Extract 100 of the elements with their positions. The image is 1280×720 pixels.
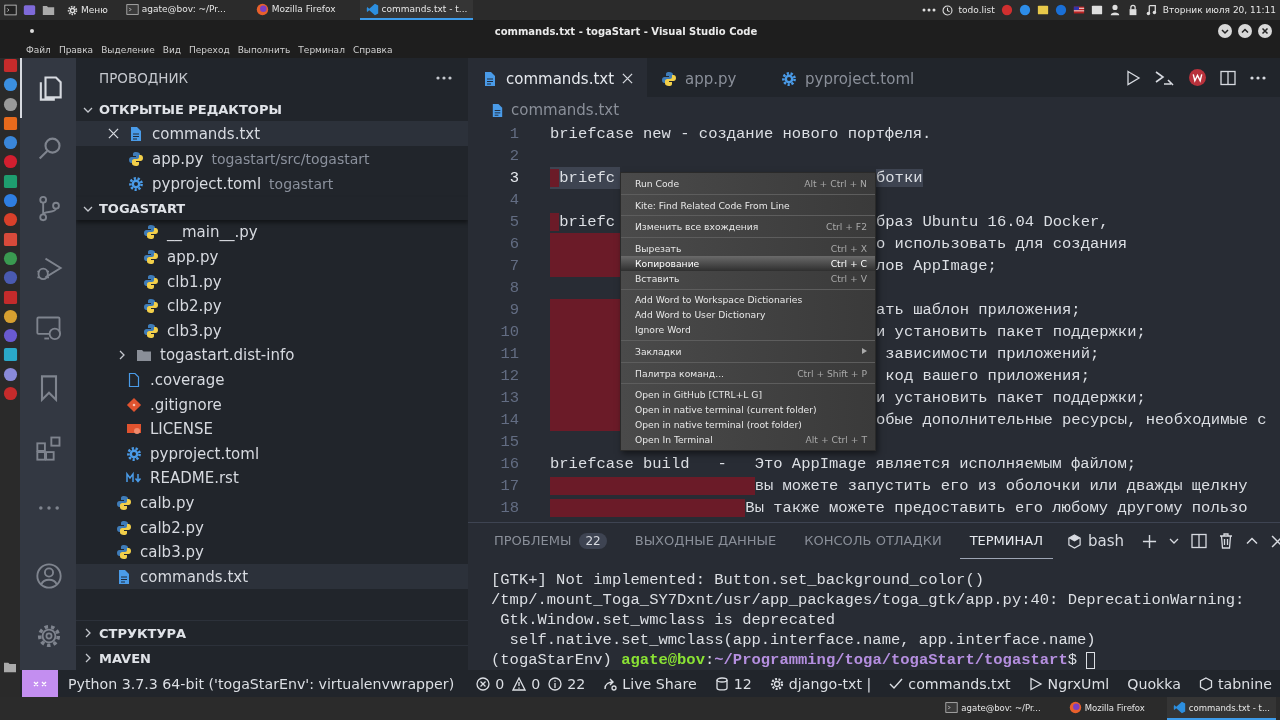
more-icon[interactable] <box>1250 75 1266 80</box>
open-editor-item[interactable]: app.py togastart/src/togastart <box>76 146 468 172</box>
menu-item[interactable]: Выполнить <box>233 45 295 55</box>
taskbar-button[interactable]: agate@bov: ~/Pr... <box>119 0 232 20</box>
taskbar-button[interactable]: commands.txt - t... <box>1166 697 1276 720</box>
interpreter-selector[interactable]: Python 3.7.3 64-bit ('togaStarEnv': virtualenvwrapper) <box>58 675 465 692</box>
panel-tab[interactable]: ВЫХОДНЫЕ ДАННЫЕ <box>624 523 787 559</box>
tree-item[interactable]: clb2.py <box>76 293 468 319</box>
app-icon[interactable] <box>23 4 36 16</box>
menu-item[interactable]: Ignore Word <box>621 322 875 338</box>
app-launcher-icon[interactable] <box>2 347 18 363</box>
tree-item[interactable]: clb3.py <box>76 318 468 344</box>
split-icon[interactable] <box>1191 533 1208 549</box>
menu-item[interactable]: Копирование Ctrl + C <box>621 255 875 271</box>
tray-icon[interactable] <box>1144 4 1157 16</box>
tree-item[interactable]: togastart.dist-info <box>76 343 468 368</box>
status-item[interactable]: 0 <box>510 675 547 692</box>
split-editor-icon[interactable] <box>1220 69 1236 86</box>
folder-icon[interactable] <box>42 4 55 16</box>
panel-tab[interactable]: КОНСОЛЬ ОТЛАДКИ <box>794 523 952 559</box>
close-icon[interactable] <box>1271 534 1280 548</box>
section-header[interactable]: СТРУКТУРА <box>76 620 468 645</box>
app-launcher-icon[interactable] <box>2 173 18 189</box>
app-launcher-icon[interactable] <box>2 58 18 73</box>
menu-item[interactable]: Add Word to User Dictionary <box>621 307 875 323</box>
settings-icon[interactable] <box>35 622 63 650</box>
menu-item[interactable]: Палитра команд... Ctrl + Shift + P <box>621 365 875 381</box>
menu-item[interactable]: Правка <box>54 45 98 55</box>
close-icon[interactable] <box>1258 24 1272 38</box>
app-launcher-icon[interactable] <box>2 212 18 228</box>
open-editor-item[interactable]: commands.txt <box>76 121 468 147</box>
menu-item[interactable]: Open In Terminal Alt + Ctrl + T <box>621 432 875 448</box>
app-launcher-icon[interactable] <box>2 154 18 170</box>
tray-icon[interactable] <box>1108 4 1121 16</box>
status-item[interactable]: django-txt | <box>763 675 878 692</box>
clock-text[interactable]: Вторник июля 20, 11:11 <box>1162 5 1276 15</box>
close-icon[interactable] <box>622 73 634 84</box>
editor-tab[interactable]: pyproject.toml <box>767 58 929 97</box>
tray-icon[interactable] <box>1072 4 1085 16</box>
clock-icon[interactable] <box>941 4 953 16</box>
status-item[interactable]: 0 <box>470 675 511 692</box>
monitor-icon[interactable] <box>35 314 63 342</box>
tree-item[interactable]: calb.py <box>76 490 468 516</box>
status-item[interactable]: Live Share <box>597 675 703 692</box>
section-header[interactable]: TOGASTART <box>76 197 468 221</box>
app-launcher-icon[interactable] <box>2 328 18 344</box>
app-launcher-icon[interactable] <box>2 193 18 209</box>
editor-tab[interactable]: app.py <box>647 58 768 97</box>
tree-item[interactable]: pyproject.toml <box>76 441 468 467</box>
menu-item[interactable]: Терминал <box>294 45 349 55</box>
tree-item[interactable]: LICENSE <box>76 416 468 442</box>
app-launcher-icon[interactable] <box>2 77 18 93</box>
minimize-icon[interactable] <box>1218 24 1232 38</box>
maximize-icon[interactable] <box>1238 24 1252 38</box>
folder-icon[interactable] <box>3 660 17 673</box>
tree-item[interactable]: commands.txt <box>76 564 468 590</box>
tree-item[interactable]: calb2.py <box>76 515 468 540</box>
menu-item[interactable]: Open in native terminal (current folder) <box>621 402 875 418</box>
tree-item[interactable]: .gitignore <box>76 392 468 417</box>
status-item[interactable]: 22 <box>546 675 592 692</box>
panel-tab[interactable]: ТЕРМИНАЛ <box>959 523 1053 559</box>
status-item[interactable]: Quokka <box>1121 675 1187 692</box>
menu-item[interactable]: Add Word to Workspace Dictionaries <box>621 292 875 308</box>
tray-icon[interactable] <box>1090 4 1103 16</box>
menu-item[interactable]: Вырезать Ctrl + X <box>621 240 875 256</box>
taskbar-button[interactable]: agate@bov: ~/Pr... <box>939 697 1047 720</box>
run-icon[interactable] <box>1125 69 1141 86</box>
app-launcher-icon[interactable] <box>2 289 18 305</box>
app-launcher-icon[interactable] <box>2 250 18 266</box>
menu-item[interactable]: Open in GitHub [CTRL+L G] <box>621 387 875 403</box>
tree-item[interactable]: __main__.py <box>76 220 468 245</box>
panel-tab[interactable]: ПРОБЛЕМЫ 22 <box>484 523 617 559</box>
more-icon[interactable] <box>921 8 936 12</box>
editor-tab[interactable]: commands.txt <box>468 58 648 97</box>
tree-item[interactable]: .coverage <box>76 367 468 393</box>
status-item[interactable]: commands.txt <box>883 675 1017 692</box>
menu-item[interactable]: Справка <box>348 45 397 55</box>
menu-item[interactable]: Вид <box>158 45 185 55</box>
menu-item[interactable]: Run Code Alt + Ctrl + N <box>621 176 875 191</box>
app-launcher-icon[interactable] <box>2 96 18 112</box>
taskbar-button[interactable]: commands.txt - t... <box>359 0 474 20</box>
trash-icon[interactable] <box>1219 533 1234 549</box>
menu-item[interactable]: Open in native terminal (root folder) <box>621 417 875 433</box>
tree-item[interactable]: calb3.py <box>76 539 468 565</box>
chevron-down-icon[interactable] <box>1169 536 1180 546</box>
app-launcher-icon[interactable] <box>2 231 18 247</box>
app-launcher-icon[interactable] <box>2 308 18 324</box>
badge-icon[interactable] <box>1189 69 1206 86</box>
taskbar-button[interactable]: Mozilla Firefox <box>249 0 342 20</box>
taskbar-button[interactable]: Mozilla Firefox <box>1062 697 1151 720</box>
extensions-icon[interactable] <box>35 434 63 462</box>
menu-button[interactable]: Меню <box>61 4 114 16</box>
app-launcher-icon[interactable] <box>2 135 18 151</box>
more-icon[interactable] <box>436 76 452 80</box>
section-header[interactable]: ОТКРЫТЫЕ РЕДАКТОРЫ <box>76 98 468 121</box>
menu-item[interactable]: Переход <box>185 45 234 55</box>
terminal-run-icon[interactable] <box>1155 69 1175 86</box>
menu-item[interactable]: Файл <box>22 45 55 55</box>
app-launcher-icon[interactable] <box>2 366 18 382</box>
menu-item[interactable]: Изменить все вхождения Ctrl + F2 <box>621 219 875 235</box>
